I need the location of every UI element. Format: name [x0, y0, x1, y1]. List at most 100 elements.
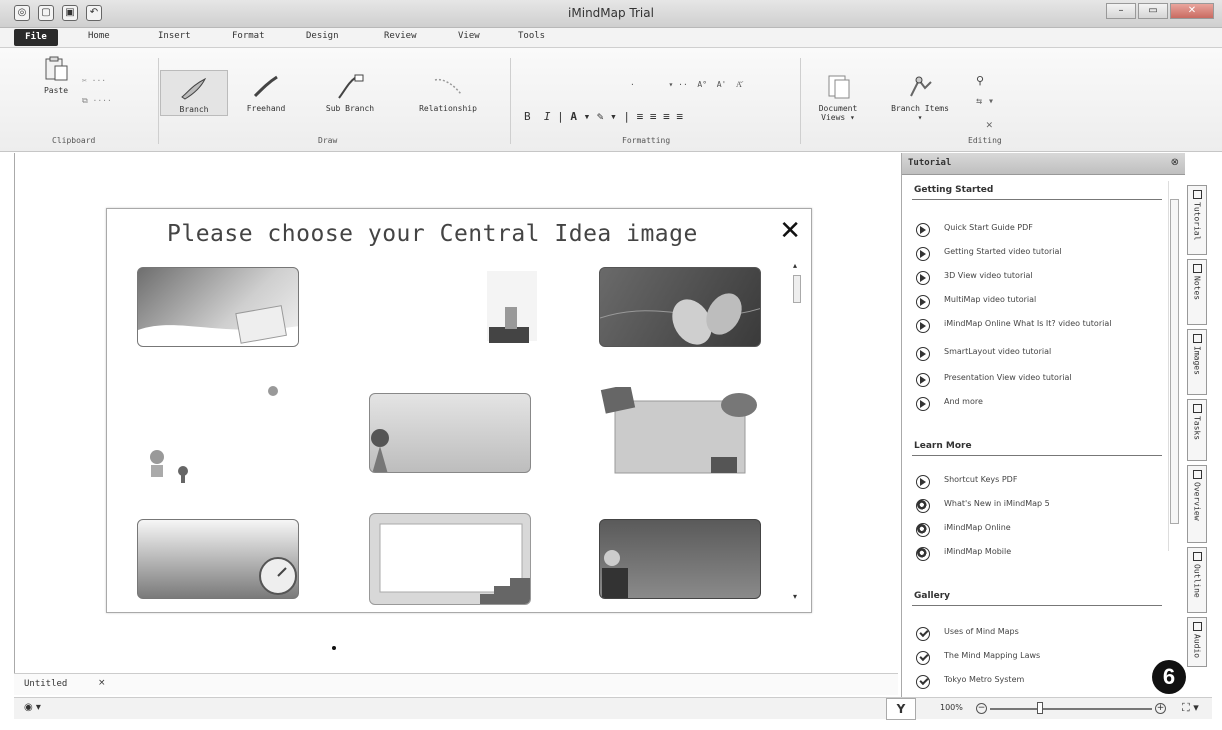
central-image-option[interactable]: [137, 519, 299, 599]
divider: [912, 605, 1162, 606]
gallery-link[interactable]: Tokyo Metro System: [916, 675, 1024, 689]
images-icon: [1192, 334, 1202, 343]
tutorial-panel: Tutorial ⊗ Getting Started Quick Start G…: [901, 153, 1185, 698]
delete-icon[interactable]: ✕: [986, 118, 993, 131]
branch-items-button[interactable]: Branch Items ▾: [890, 74, 950, 122]
pin-icon[interactable]: ⊗: [1171, 157, 1179, 168]
draw-group-label: Draw: [318, 136, 338, 145]
tab-design[interactable]: Design: [306, 31, 339, 41]
tutorial-scrollbar[interactable]: [1168, 181, 1180, 551]
learn-more-link[interactable]: iMindMap Online: [916, 523, 1011, 537]
play-icon: [916, 347, 930, 361]
tab-view[interactable]: View: [458, 31, 480, 41]
side-tab-outline[interactable]: Outline: [1187, 547, 1207, 613]
tasks-icon: [1192, 404, 1202, 413]
getting-started-heading: Getting Started: [914, 185, 994, 195]
tab-home[interactable]: Home: [88, 31, 110, 41]
tutorial-link[interactable]: 3D View video tutorial: [916, 271, 1033, 285]
copy-icon[interactable]: ⧉ ····: [82, 96, 112, 106]
document-views-button[interactable]: Document Views ▾: [808, 74, 868, 122]
figure-on-box-icon: [602, 550, 628, 598]
tab-file[interactable]: File: [14, 29, 58, 46]
menu-bar: File Home Insert Format Design Review Vi…: [0, 28, 1222, 48]
maximize-button[interactable]: ▭: [1138, 3, 1168, 19]
cardboard-board-icon: [600, 387, 757, 474]
scroll-thumb[interactable]: [1170, 199, 1179, 524]
play-icon: [916, 373, 930, 387]
figurines-icon: [150, 386, 278, 483]
gallery-link[interactable]: Uses of Mind Maps: [916, 627, 1019, 641]
tutorial-link[interactable]: MultiMap video tutorial: [916, 295, 1036, 309]
central-image-option[interactable]: [369, 393, 531, 473]
audio-icon: [1192, 622, 1202, 631]
side-tab-notes[interactable]: Notes: [1187, 259, 1207, 325]
figure-with-board-icon: [371, 429, 389, 472]
paste-button[interactable]: Paste: [36, 56, 76, 95]
fit-to-window-icon[interactable]: ⛶ ▾: [1182, 701, 1199, 715]
side-tab-tutorial[interactable]: Tutorial: [1187, 185, 1207, 255]
formatting-tools[interactable]: B I | A ▾ ✎ ▾ | ≡ ≡ ≡ ≡: [524, 110, 683, 123]
zoom-slider[interactable]: − +: [976, 702, 1166, 714]
tab-tools[interactable]: Tools: [518, 31, 545, 41]
minimize-button[interactable]: –: [1106, 3, 1136, 19]
tutorial-link[interactable]: Quick Start Guide PDF: [916, 223, 1033, 237]
central-image-option[interactable]: [599, 387, 761, 479]
learn-more-link[interactable]: Shortcut Keys PDF: [916, 475, 1017, 489]
sub-branch-button[interactable]: Sub Branch: [320, 74, 380, 113]
replace-icon[interactable]: ⇆ ▾: [976, 96, 994, 107]
cut-icon[interactable]: ✂ ···: [82, 76, 106, 85]
side-tab-audio[interactable]: Audio: [1187, 617, 1207, 667]
learn-more-link[interactable]: What's New in iMindMap 5: [916, 499, 1050, 513]
play-icon: [916, 271, 930, 285]
close-dialog-button[interactable]: ✕: [779, 217, 801, 245]
zoom-level: 100%: [940, 703, 963, 712]
font-selector[interactable]: · ▾ ·· A° A' A᷃: [630, 80, 742, 89]
view-options-icon[interactable]: ◉ ▾: [24, 702, 41, 713]
central-image-option[interactable]: [369, 513, 531, 605]
tutorial-link[interactable]: Getting Started video tutorial: [916, 247, 1062, 261]
relationship-icon: [434, 78, 462, 95]
close-window-button[interactable]: ✕: [1170, 3, 1214, 19]
learn-more-link[interactable]: iMindMap Mobile: [916, 547, 1011, 561]
notes-icon: [1192, 264, 1202, 273]
central-image-option[interactable]: [599, 519, 761, 599]
freehand-button[interactable]: Freehand: [236, 74, 296, 113]
tab-format[interactable]: Format: [232, 31, 265, 41]
tutorial-link[interactable]: SmartLayout video tutorial: [916, 347, 1051, 361]
separator: [800, 58, 801, 144]
side-tab-images[interactable]: Images: [1187, 329, 1207, 395]
find-icon[interactable]: ⚲: [976, 74, 984, 87]
side-tab-overview[interactable]: Overview: [1187, 465, 1207, 543]
central-image-option[interactable]: [599, 267, 761, 347]
filter-button[interactable]: Y: [886, 698, 916, 720]
side-tab-tasks[interactable]: Tasks: [1187, 399, 1207, 461]
central-image-option[interactable]: [137, 381, 299, 491]
tutorial-link[interactable]: Presentation View video tutorial: [916, 373, 1072, 387]
step-number-badge: 6: [1152, 660, 1186, 694]
gallery-check-icon: [916, 675, 930, 689]
gallery-link[interactable]: The Mind Mapping Laws: [916, 651, 1040, 665]
central-image-option[interactable]: [447, 267, 547, 351]
central-image-option[interactable]: [137, 267, 299, 347]
tutorial-link[interactable]: iMindMap Online What Is It? video tutori…: [916, 319, 1116, 333]
scroll-down-icon[interactable]: ▾: [793, 592, 797, 601]
branch-button[interactable]: Branch: [160, 70, 228, 116]
zoom-in-icon[interactable]: +: [1155, 703, 1166, 714]
play-icon: [916, 247, 930, 261]
globe-icon: [916, 523, 930, 537]
scroll-thumb[interactable]: [793, 275, 801, 303]
document-views-icon: [828, 75, 850, 99]
zoom-track[interactable]: [990, 708, 1152, 710]
dialog-scrollbar[interactable]: ▴ ▾: [791, 261, 803, 601]
tab-review[interactable]: Review: [384, 31, 417, 41]
scroll-up-icon[interactable]: ▴: [793, 261, 797, 270]
paper-stack-icon: [138, 305, 298, 346]
zoom-out-icon[interactable]: −: [976, 703, 987, 714]
close-tab-icon[interactable]: ×: [98, 678, 106, 688]
document-tab[interactable]: Untitled: [24, 679, 67, 689]
zoom-knob[interactable]: [1036, 702, 1043, 714]
gallery-check-icon: [916, 651, 930, 665]
tutorial-link[interactable]: And more: [916, 397, 983, 411]
relationship-button[interactable]: Relationship: [404, 74, 492, 113]
tab-insert[interactable]: Insert: [158, 31, 191, 41]
